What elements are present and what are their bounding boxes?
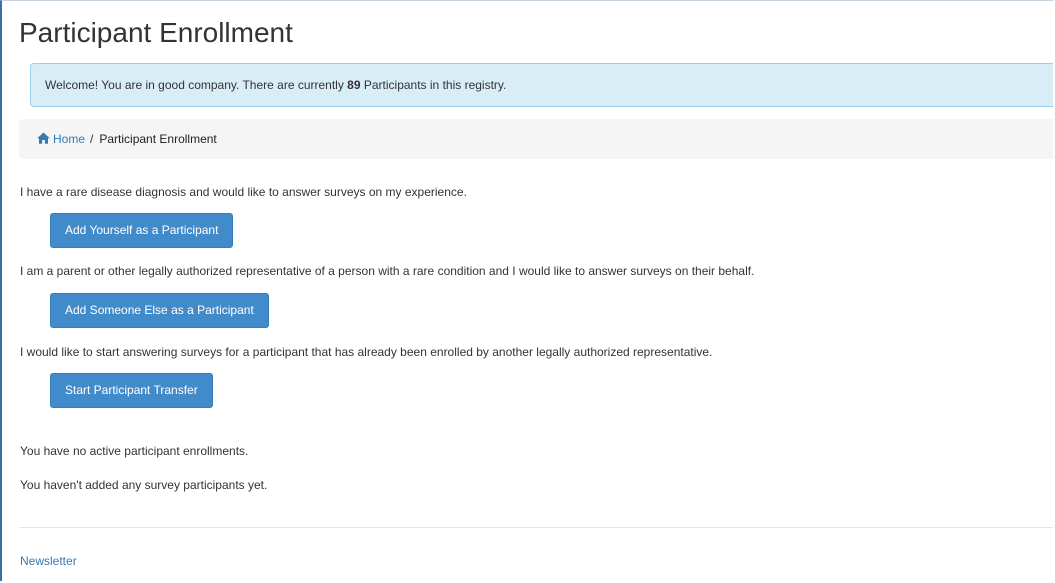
breadcrumb-current: Participant Enrollment <box>99 132 217 146</box>
participant-count: 89 <box>347 78 361 92</box>
home-icon <box>37 132 50 144</box>
add-someone-else-button[interactable]: Add Someone Else as a Participant <box>50 293 269 328</box>
footer-divider <box>19 527 1053 528</box>
page-title: Participant Enrollment <box>19 17 293 48</box>
breadcrumb-home-link[interactable]: Home <box>37 132 85 146</box>
breadcrumb-home-label: Home <box>53 132 86 146</box>
option-description-transfer: I would like to start answering surveys … <box>20 345 713 359</box>
newsletter-link[interactable]: Newsletter <box>20 553 77 569</box>
start-transfer-button[interactable]: Start Participant Transfer <box>50 373 213 408</box>
enrollments-status: You have no active participant enrollmen… <box>20 444 249 458</box>
option-description-self: I have a rare disease diagnosis and woul… <box>20 185 467 199</box>
option-description-someone-else: I am a parent or other legally authorize… <box>20 264 755 278</box>
alert-text-before: Welcome! You are in good company. There … <box>45 78 348 92</box>
page-frame: Participant Enrollment Welcome! You are … <box>0 0 1053 581</box>
add-yourself-button[interactable]: Add Yourself as a Participant <box>50 213 234 248</box>
survey-participants-status: You haven't added any survey participant… <box>20 478 268 492</box>
welcome-alert: Welcome! You are in good company. There … <box>30 63 1053 107</box>
alert-text-after: Participants in this registry. <box>360 78 507 92</box>
breadcrumb-separator: / <box>90 132 94 146</box>
breadcrumb: Home / Participant Enrollment <box>19 119 1053 159</box>
